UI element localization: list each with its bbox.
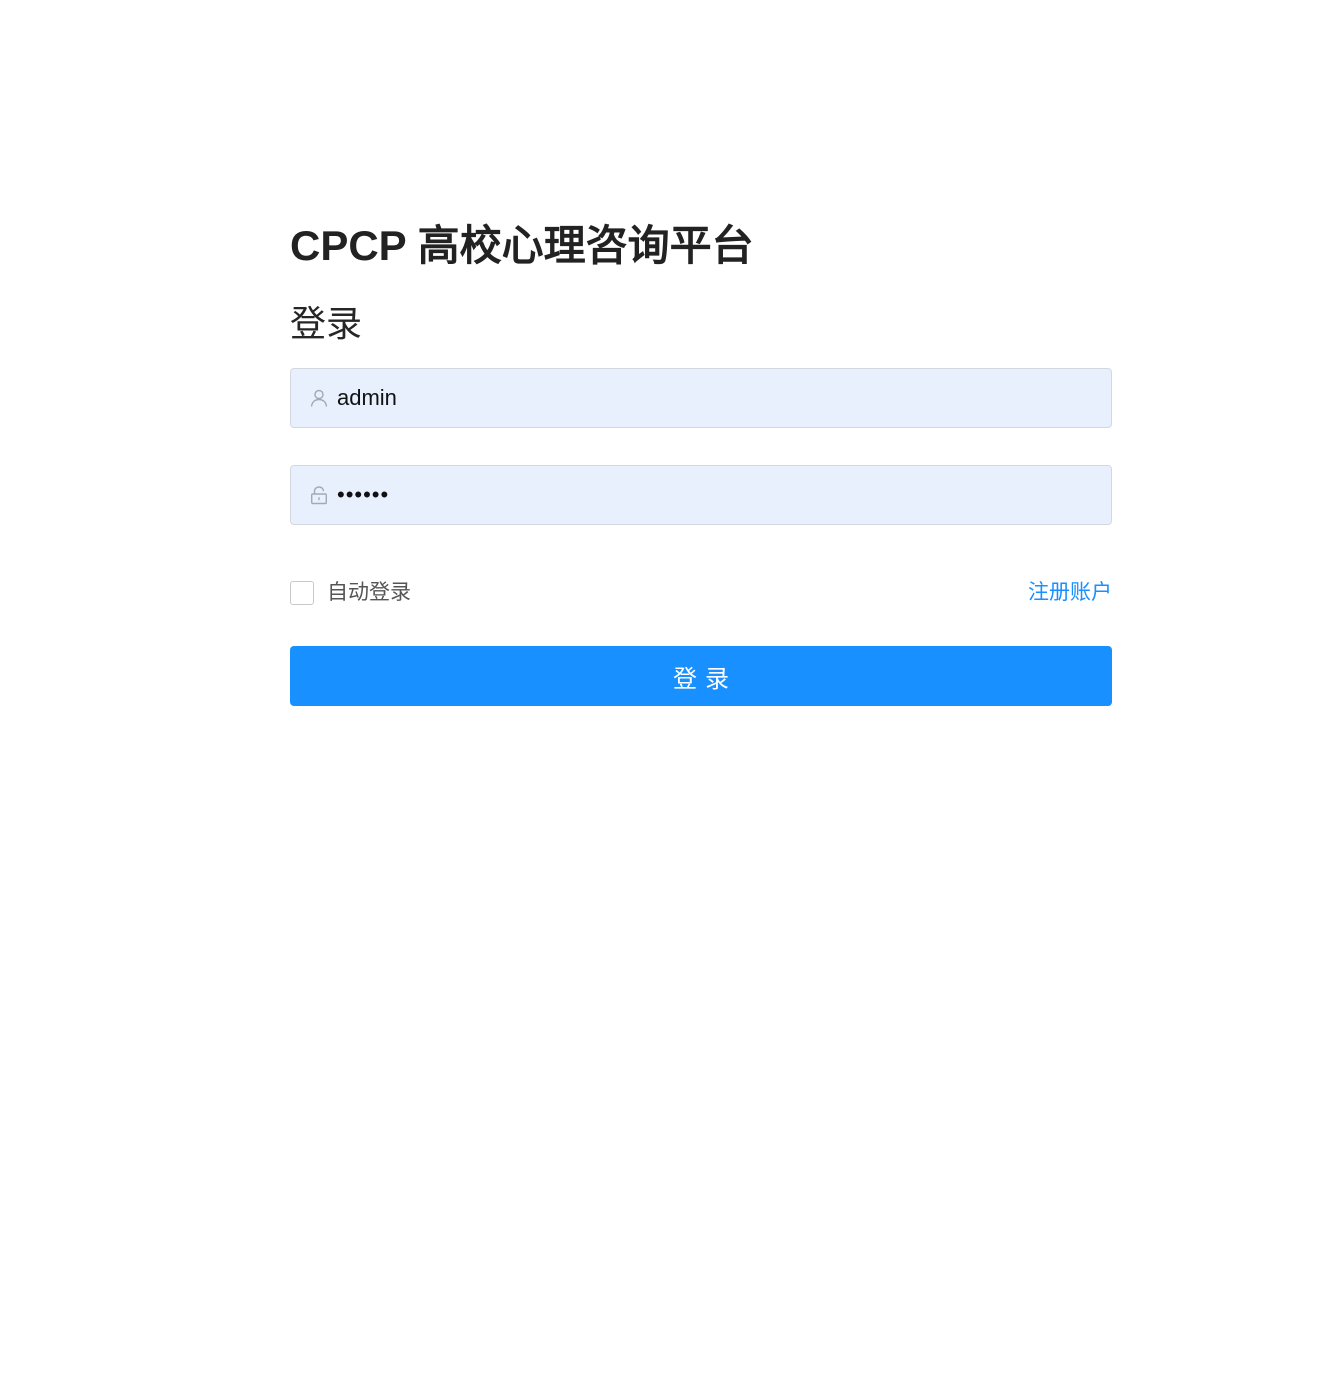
password-field[interactable] — [290, 465, 1112, 525]
auto-login-option[interactable]: 自动登录 — [290, 579, 411, 607]
lock-icon — [309, 485, 329, 505]
login-button[interactable]: 登录 — [290, 646, 1112, 706]
username-field[interactable] — [290, 368, 1112, 428]
login-form: CPCP 高校心理咨询平台 登录 自动登录 注册账户 登录 — [290, 218, 1112, 706]
register-link[interactable]: 注册账户 — [1028, 579, 1112, 607]
auto-login-checkbox[interactable] — [290, 581, 314, 605]
username-input[interactable] — [337, 378, 1097, 418]
app-title: CPCP 高校心理咨询平台 — [290, 222, 754, 269]
auto-login-label: 自动登录 — [327, 581, 411, 604]
login-heading: 登录 — [290, 303, 363, 344]
user-icon — [309, 388, 329, 408]
login-options: 自动登录 注册账户 — [290, 579, 1112, 607]
password-input[interactable] — [337, 475, 1097, 515]
